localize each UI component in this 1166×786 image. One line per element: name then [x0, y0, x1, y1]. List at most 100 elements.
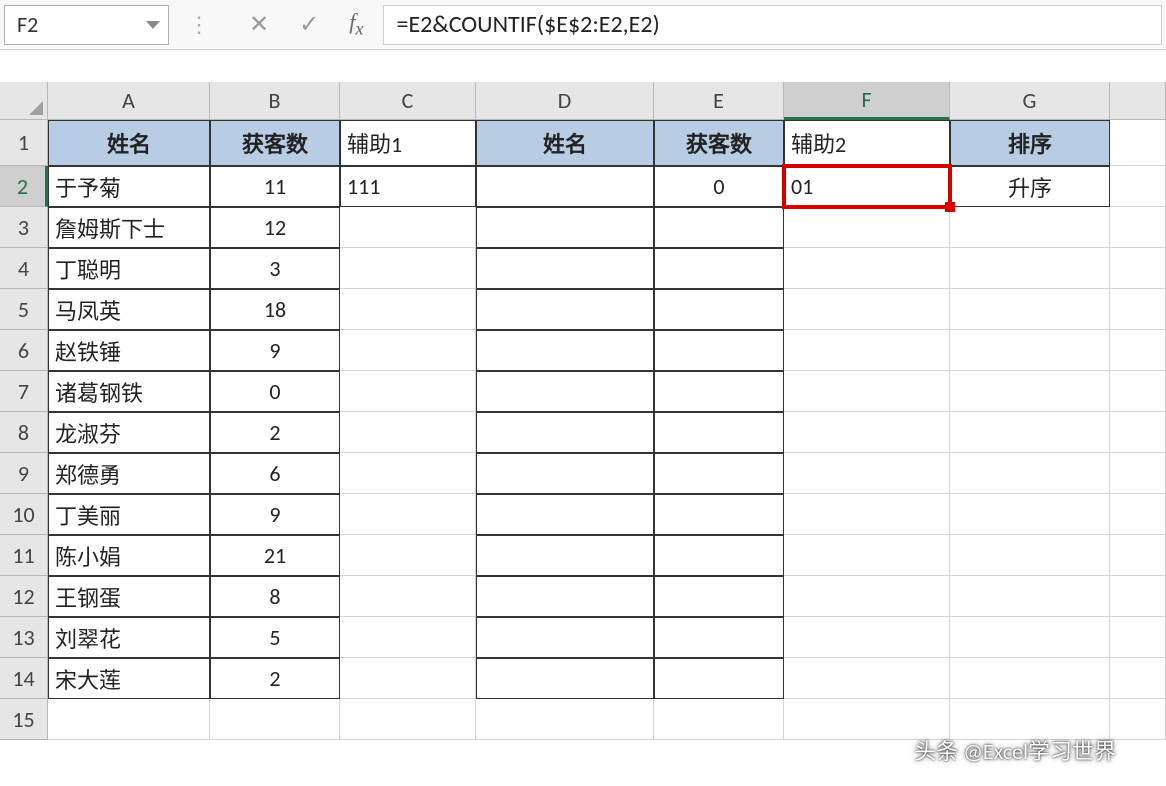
cell-E2[interactable]: 0: [654, 166, 784, 207]
cell-C13[interactable]: [340, 617, 476, 658]
cell-G4[interactable]: [950, 248, 1110, 289]
cell-H4[interactable]: [1110, 248, 1166, 289]
cell-C12[interactable]: [340, 576, 476, 617]
cell-G10[interactable]: [950, 494, 1110, 535]
cell-A2[interactable]: 于予菊: [48, 166, 210, 207]
cell-B3[interactable]: 12: [210, 207, 340, 248]
cell-A13[interactable]: 刘翠花: [48, 617, 210, 658]
cell-G14[interactable]: [950, 658, 1110, 699]
cell-E1[interactable]: 获客数: [654, 120, 784, 166]
row-header-4[interactable]: 4: [0, 248, 48, 289]
cell-H9[interactable]: [1110, 453, 1166, 494]
cell-A15[interactable]: [48, 699, 210, 740]
cell-G13[interactable]: [950, 617, 1110, 658]
col-header-A[interactable]: A: [48, 82, 210, 120]
select-all-corner[interactable]: [0, 82, 48, 120]
cell-E4[interactable]: [654, 248, 784, 289]
cell-G11[interactable]: [950, 535, 1110, 576]
cell-H2[interactable]: [1110, 166, 1166, 207]
chevron-down-icon[interactable]: [146, 21, 160, 29]
accept-icon[interactable]: ✓: [299, 10, 319, 39]
cell-H14[interactable]: [1110, 658, 1166, 699]
cell-A12[interactable]: 王钢蛋: [48, 576, 210, 617]
cell-E3[interactable]: [654, 207, 784, 248]
col-header-B[interactable]: B: [210, 82, 340, 120]
cell-G7[interactable]: [950, 371, 1110, 412]
cell-G3[interactable]: [950, 207, 1110, 248]
row-header-15[interactable]: 15: [0, 699, 48, 740]
row-header-12[interactable]: 12: [0, 576, 48, 617]
cell-B15[interactable]: [210, 699, 340, 740]
cell-F8[interactable]: [784, 412, 950, 453]
cell-H8[interactable]: [1110, 412, 1166, 453]
cell-F4[interactable]: [784, 248, 950, 289]
cell-F13[interactable]: [784, 617, 950, 658]
cell-D8[interactable]: [476, 412, 654, 453]
cell-G2[interactable]: 升序: [950, 166, 1110, 207]
cell-G6[interactable]: [950, 330, 1110, 371]
row-header-10[interactable]: 10: [0, 494, 48, 535]
cell-A11[interactable]: 陈小娟: [48, 535, 210, 576]
cell-A14[interactable]: 宋大莲: [48, 658, 210, 699]
cell-C8[interactable]: [340, 412, 476, 453]
cell-D15[interactable]: [476, 699, 654, 740]
row-header-14[interactable]: 14: [0, 658, 48, 699]
row-header-8[interactable]: 8: [0, 412, 48, 453]
formula-input[interactable]: =E2&COUNTIF($E$2:E2,E2): [383, 5, 1162, 45]
cell-B2[interactable]: 11: [210, 166, 340, 207]
cell-D9[interactable]: [476, 453, 654, 494]
cell-D12[interactable]: [476, 576, 654, 617]
cell-F9[interactable]: [784, 453, 950, 494]
cell-A1[interactable]: 姓名: [48, 120, 210, 166]
cell-F11[interactable]: [784, 535, 950, 576]
cell-B7[interactable]: 0: [210, 371, 340, 412]
cell-G9[interactable]: [950, 453, 1110, 494]
cell-F2[interactable]: 01: [784, 166, 950, 207]
row-header-7[interactable]: 7: [0, 371, 48, 412]
cell-F3[interactable]: [784, 207, 950, 248]
cell-C7[interactable]: [340, 371, 476, 412]
cell-H6[interactable]: [1110, 330, 1166, 371]
fx-icon[interactable]: fx: [349, 9, 363, 39]
cell-A3[interactable]: 詹姆斯下士: [48, 207, 210, 248]
col-header-F[interactable]: F: [784, 82, 950, 120]
cell-D3[interactable]: [476, 207, 654, 248]
cell-D10[interactable]: [476, 494, 654, 535]
cell-H5[interactable]: [1110, 289, 1166, 330]
cell-C6[interactable]: [340, 330, 476, 371]
cell-C5[interactable]: [340, 289, 476, 330]
col-header-C[interactable]: C: [340, 82, 476, 120]
cell-F6[interactable]: [784, 330, 950, 371]
cell-D1[interactable]: 姓名: [476, 120, 654, 166]
cell-E11[interactable]: [654, 535, 784, 576]
cell-C1[interactable]: 辅助1: [340, 120, 476, 166]
cell-E8[interactable]: [654, 412, 784, 453]
col-header-extra[interactable]: [1110, 82, 1166, 120]
cell-B9[interactable]: 6: [210, 453, 340, 494]
cell-C14[interactable]: [340, 658, 476, 699]
cell-G12[interactable]: [950, 576, 1110, 617]
cell-F10[interactable]: [784, 494, 950, 535]
cell-A6[interactable]: 赵铁锤: [48, 330, 210, 371]
cell-D13[interactable]: [476, 617, 654, 658]
cell-C4[interactable]: [340, 248, 476, 289]
cell-C3[interactable]: [340, 207, 476, 248]
cell-D5[interactable]: [476, 289, 654, 330]
cell-B12[interactable]: 8: [210, 576, 340, 617]
cell-E13[interactable]: [654, 617, 784, 658]
cell-F5[interactable]: [784, 289, 950, 330]
cell-D2[interactable]: [476, 166, 654, 207]
cell-G5[interactable]: [950, 289, 1110, 330]
row-header-2[interactable]: 2: [0, 166, 48, 207]
col-header-E[interactable]: E: [654, 82, 784, 120]
cell-H7[interactable]: [1110, 371, 1166, 412]
cell-B11[interactable]: 21: [210, 535, 340, 576]
row-header-11[interactable]: 11: [0, 535, 48, 576]
cell-B8[interactable]: 2: [210, 412, 340, 453]
cell-F7[interactable]: [784, 371, 950, 412]
cell-D14[interactable]: [476, 658, 654, 699]
cell-F1[interactable]: 辅助2: [784, 120, 950, 166]
row-header-13[interactable]: 13: [0, 617, 48, 658]
cell-A8[interactable]: 龙淑芬: [48, 412, 210, 453]
cell-H10[interactable]: [1110, 494, 1166, 535]
